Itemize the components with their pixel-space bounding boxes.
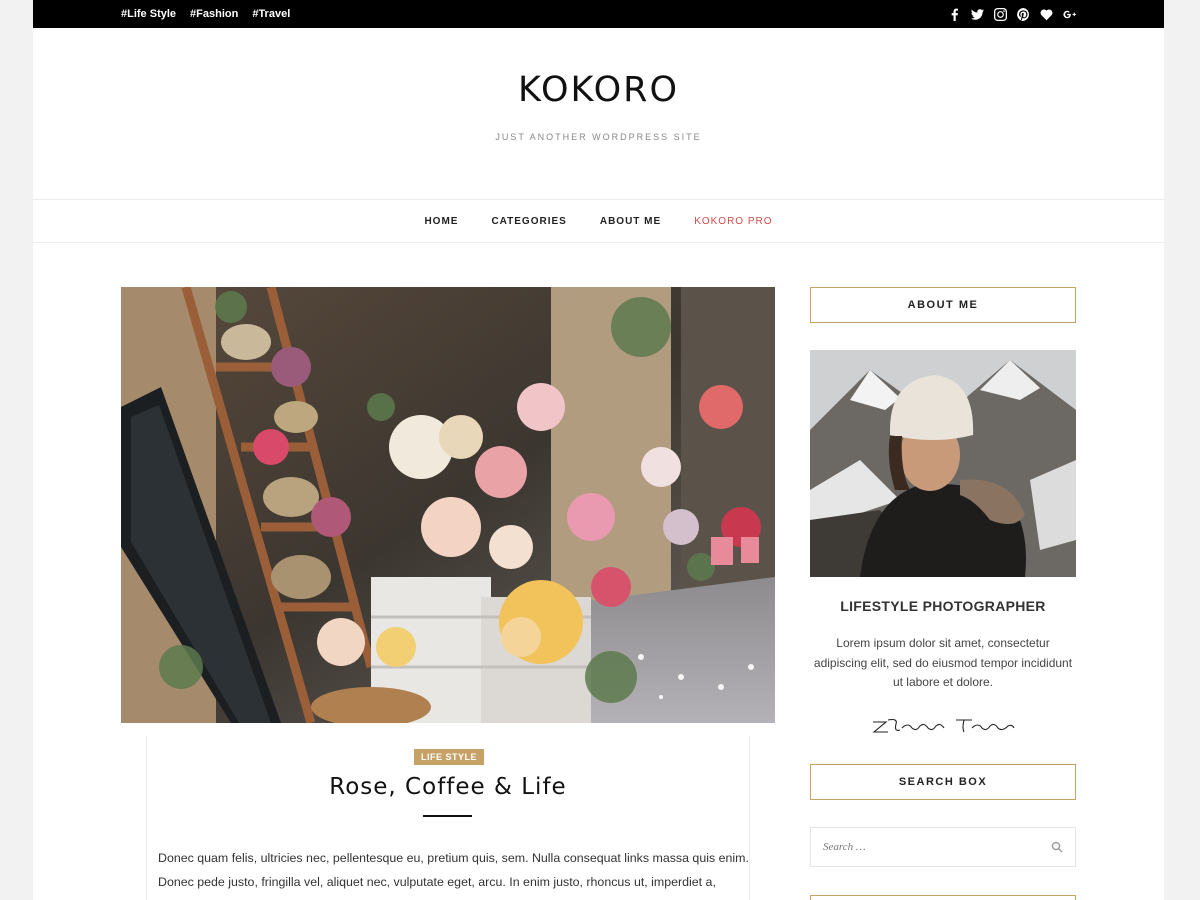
featured-image[interactable] — [121, 287, 775, 723]
tag-link-lifestyle[interactable]: #Life Style — [121, 8, 176, 20]
search-icon[interactable] — [1051, 841, 1063, 853]
nav-item-categories[interactable]: CATEGORIES — [491, 216, 566, 227]
twitter-icon[interactable] — [970, 7, 984, 21]
google-plus-icon[interactable] — [1062, 7, 1076, 21]
site-branding: KOKORO — [33, 70, 1164, 110]
next-widget-title — [810, 895, 1076, 900]
about-text: Lorem ipsum dolor sit amet, consectetur … — [813, 636, 1073, 689]
heart-icon[interactable] — [1039, 7, 1053, 21]
signature-image — [868, 714, 1018, 738]
about-widget-title: ABOUT ME — [810, 287, 1076, 323]
site-title[interactable]: KOKORO — [33, 70, 1164, 110]
about-photo — [810, 350, 1076, 577]
search-widget-title: SEARCH BOX — [810, 764, 1076, 800]
site-description: JUST ANOTHER WORDPRESS SITE — [495, 132, 702, 142]
main-navigation: HOME CATEGORIES ABOUT ME KOKORO PRO — [33, 199, 1164, 243]
post-excerpt: Donec quam felis, ultricies nec, pellent… — [158, 851, 749, 900]
nav-item-kokoro-pro[interactable]: KOKORO PRO — [694, 216, 772, 227]
nav-item-about-me[interactable]: ABOUT ME — [600, 216, 661, 227]
search-input[interactable] — [823, 841, 1051, 853]
top-bar: #Life Style #Fashion #Travel — [33, 0, 1164, 28]
title-divider — [423, 815, 472, 817]
social-links — [947, 0, 1076, 28]
tag-link-fashion[interactable]: #Fashion — [190, 8, 238, 20]
pinterest-icon[interactable] — [1016, 7, 1030, 21]
nav-item-home[interactable]: HOME — [424, 216, 458, 227]
tag-link-travel[interactable]: #Travel — [252, 8, 290, 20]
tag-links: #Life Style #Fashion #Travel — [121, 0, 290, 28]
facebook-icon[interactable] — [947, 7, 961, 21]
about-name: LIFESTYLE PHOTOGRAPHER — [840, 598, 1046, 614]
page: #Life Style #Fashion #Travel KOKORO JUST… — [33, 0, 1164, 900]
post-title[interactable]: Rose, Coffee & Life — [121, 774, 775, 800]
instagram-icon[interactable] — [993, 7, 1007, 21]
post-category-badge[interactable]: LIFE STYLE — [414, 749, 485, 765]
search-form — [810, 827, 1076, 867]
